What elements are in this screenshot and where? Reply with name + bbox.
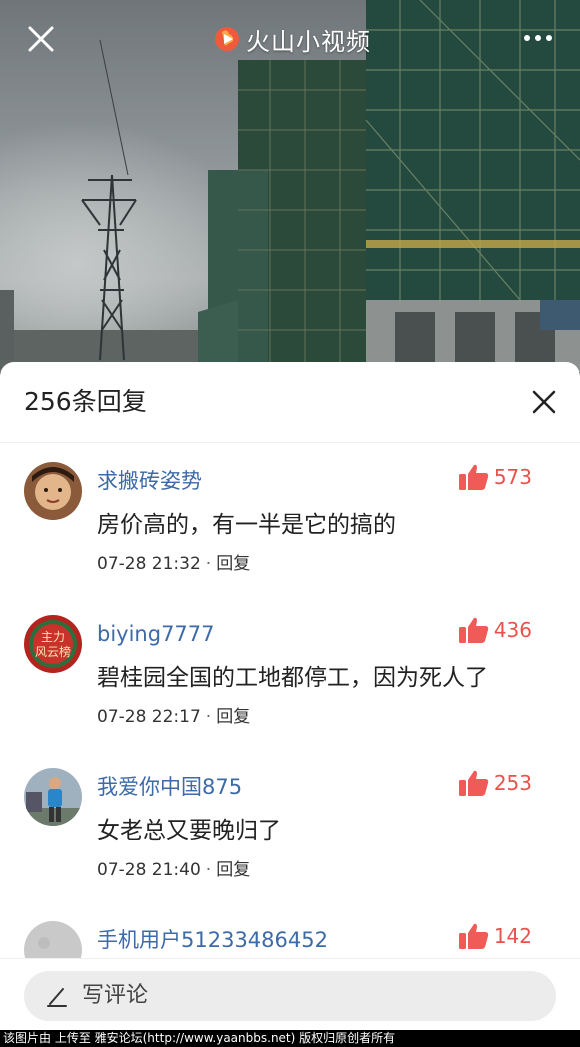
like-count: 142 bbox=[493, 924, 532, 948]
app-logo-icon bbox=[215, 27, 239, 51]
close-icon[interactable] bbox=[530, 388, 558, 416]
video-top-bar: 火山小视频 bbox=[0, 0, 580, 80]
meta-separator: · bbox=[205, 707, 212, 727]
meta-separator: · bbox=[205, 554, 212, 574]
avatar[interactable] bbox=[24, 462, 82, 520]
comments-panel: 256条回复 求搬砖姿势 573 房价高的，有一半是它的搞的 07-28 21:… bbox=[0, 362, 580, 1030]
comments-count-title: 256条回复 bbox=[24, 387, 147, 416]
comment-username[interactable]: 手机用户51233486452 bbox=[97, 925, 328, 955]
like-button[interactable]: 436 bbox=[458, 615, 532, 645]
like-count: 436 bbox=[493, 618, 532, 642]
comment-username[interactable]: 我爱你中国875 bbox=[97, 772, 242, 802]
comment-meta: 07-28 22:17 · 回复 bbox=[97, 705, 250, 729]
comment-username[interactable]: 求搬砖姿势 bbox=[97, 466, 202, 496]
avatar-image bbox=[24, 462, 82, 520]
like-count: 253 bbox=[493, 771, 532, 795]
comment-time: 07-28 21:32 bbox=[97, 554, 201, 574]
comment-text: 碧桂园全国的工地都停工，因为死人了 bbox=[97, 665, 488, 691]
comment-item: 求搬砖姿势 573 房价高的，有一半是它的搞的 07-28 21:32 · 回复 bbox=[0, 462, 580, 612]
reply-button[interactable]: 回复 bbox=[216, 860, 250, 880]
svg-text:主力: 主力 bbox=[41, 630, 65, 644]
comment-username[interactable]: biying7777 bbox=[97, 619, 215, 649]
comment-item: 我爱你中国875 253 女老总又要晚归了 07-28 21:40 · 回复 bbox=[0, 768, 580, 918]
app-name: 火山小视频 bbox=[246, 27, 371, 56]
comment-text: 女老总又要晚归了 bbox=[97, 818, 281, 844]
like-count: 573 bbox=[493, 465, 532, 489]
write-comment-input[interactable]: 写评论 bbox=[24, 971, 556, 1021]
more-dots-icon[interactable] bbox=[522, 28, 554, 48]
avatar-image: 主力 风云榜 bbox=[24, 615, 82, 673]
thumbs-up-icon bbox=[458, 464, 489, 490]
svg-text:风云榜: 风云榜 bbox=[35, 644, 71, 659]
comment-meta: 07-28 21:32 · 回复 bbox=[97, 552, 250, 576]
avatar[interactable]: 主力 风云榜 bbox=[24, 615, 82, 673]
comment-text: 房价高的，有一半是它的搞的 bbox=[97, 512, 396, 538]
thumbs-up-icon bbox=[458, 617, 489, 643]
comment-time: 07-28 21:40 bbox=[97, 860, 201, 880]
comment-item: 主力 风云榜 biying7777 436 碧桂园全国的工地都停工，因为死人了 … bbox=[0, 615, 580, 765]
comments-header: 256条回复 bbox=[0, 362, 580, 443]
watermark-text: 该图片由 上传至 雅安论坛(http://www.yaanbbs.net) 版权… bbox=[0, 1030, 580, 1047]
pen-icon bbox=[47, 988, 67, 1007]
avatar[interactable] bbox=[24, 768, 82, 826]
like-button[interactable]: 573 bbox=[458, 462, 532, 492]
thumbs-up-icon bbox=[458, 770, 489, 796]
reply-button[interactable]: 回复 bbox=[216, 707, 250, 727]
comment-composer: 写评论 bbox=[0, 958, 580, 1031]
like-button[interactable]: 142 bbox=[458, 921, 532, 951]
like-button[interactable]: 253 bbox=[458, 768, 532, 798]
write-comment-label: 写评论 bbox=[82, 983, 149, 1008]
app-brand: 火山小视频 bbox=[214, 22, 371, 56]
comment-meta: 07-28 21:40 · 回复 bbox=[97, 858, 250, 882]
close-icon[interactable] bbox=[24, 22, 58, 56]
comment-time: 07-28 22:17 bbox=[97, 707, 201, 727]
avatar-image bbox=[24, 768, 82, 826]
video-player[interactable]: 火山小视频 bbox=[0, 0, 580, 372]
meta-separator: · bbox=[205, 860, 212, 880]
thumbs-up-icon bbox=[458, 923, 489, 949]
reply-button[interactable]: 回复 bbox=[216, 554, 250, 574]
